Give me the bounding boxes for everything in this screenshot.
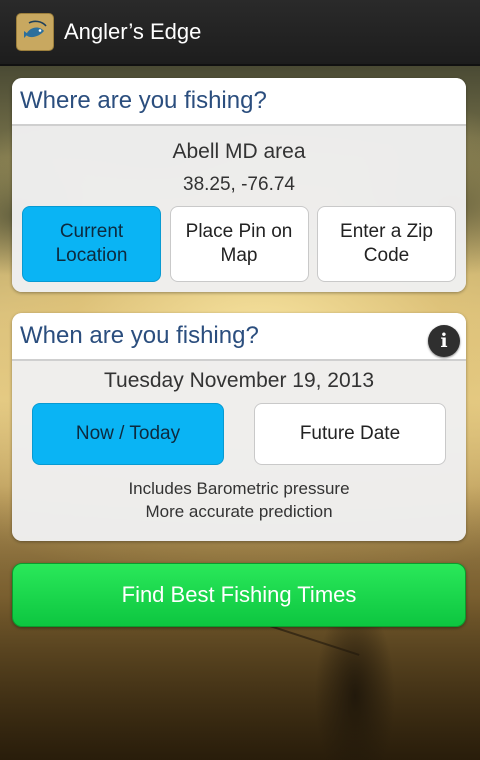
- date-button-row: Now / Today Future Date: [12, 403, 466, 465]
- app-title: Angler’s Edge: [64, 19, 202, 44]
- prediction-note: Includes Barometric pressure More accura…: [12, 477, 466, 523]
- location-button-row: Current Location Place Pin on Map Enter …: [12, 206, 466, 282]
- find-best-times-button[interactable]: Find Best Fishing Times: [12, 563, 466, 627]
- zip-code-button[interactable]: Enter a Zip Code: [317, 206, 456, 282]
- area-name: Abell MD area: [172, 140, 306, 163]
- when-card: When are you fishing? i Tuesday November…: [12, 313, 466, 541]
- future-date-button[interactable]: Future Date: [254, 403, 446, 465]
- where-card-header: Where are you fishing?: [12, 78, 466, 126]
- fish-logo-icon[interactable]: [16, 13, 54, 51]
- where-heading: Where are you fishing?: [20, 87, 267, 114]
- note-line-2: More accurate prediction: [145, 502, 333, 521]
- where-card-body: Abell MD area 38.25, -76.74 Current Loca…: [12, 126, 466, 292]
- when-card-header: When are you fishing? i: [12, 313, 466, 361]
- place-pin-button[interactable]: Place Pin on Map: [169, 206, 309, 282]
- now-today-button[interactable]: Now / Today: [32, 403, 224, 465]
- where-card: Where are you fishing? Abell MD area 38.…: [12, 78, 466, 292]
- when-card-body: Tuesday November 19, 2013 Now / Today Fu…: [12, 361, 466, 541]
- current-location-button[interactable]: Current Location: [22, 206, 161, 282]
- when-heading: When are you fishing?: [20, 322, 259, 349]
- info-icon[interactable]: i: [428, 325, 460, 357]
- note-line-1: Includes Barometric pressure: [128, 479, 350, 498]
- coordinates-text: 38.25, -76.74: [183, 174, 295, 195]
- date-text: Tuesday November 19, 2013: [103, 369, 375, 392]
- action-bar: Angler’s Edge: [0, 0, 480, 66]
